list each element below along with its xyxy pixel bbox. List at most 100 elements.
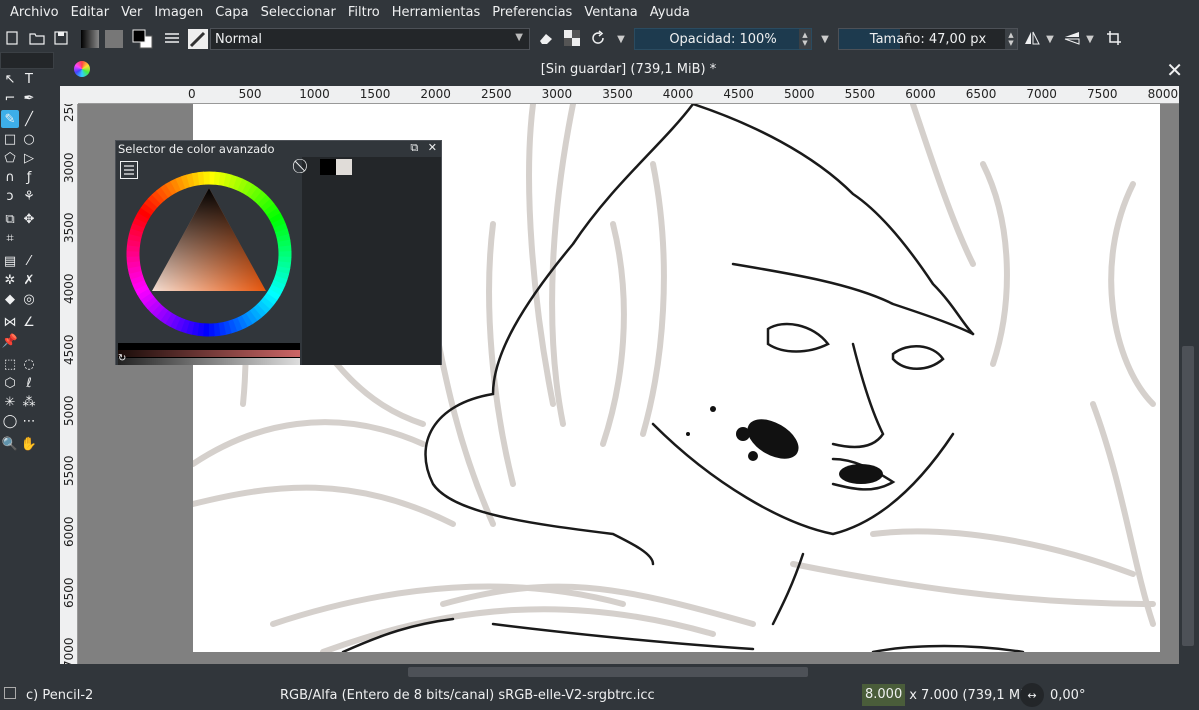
colorize-mask-icon[interactable]: ✲ <box>1 271 19 289</box>
blend-mode-value: Normal <box>215 31 263 47</box>
color-history-panel: ⃠ <box>302 157 441 365</box>
multibrush-icon[interactable]: ⚘ <box>20 187 38 205</box>
menu-imagen[interactable]: Imagen <box>148 0 209 26</box>
zoom-tool-icon[interactable]: 🔍 <box>1 435 19 453</box>
edit-shapes-icon[interactable]: ⌐ <box>1 89 19 107</box>
color-model-info: RGB/Alfa (Entero de 8 bits/canal) sRGB-e… <box>280 688 655 703</box>
crop-tool-icon[interactable]: ⌗ <box>1 229 19 247</box>
similar-select-icon[interactable]: ⁂ <box>20 393 38 411</box>
opacity-spinner[interactable]: ▲ ▼ <box>799 29 811 49</box>
shade-selector[interactable] <box>118 343 300 365</box>
gradient-tool-icon[interactable]: ▤ <box>1 252 19 270</box>
pan-tool-icon[interactable]: ✋ <box>20 435 38 453</box>
bezier-tool-icon[interactable]: ∩ <box>1 168 19 186</box>
bezier-select-icon[interactable]: ◯ <box>1 412 19 430</box>
chevron-down-icon: ▼ <box>515 32 523 43</box>
contiguous-select-icon[interactable]: ✳ <box>1 393 19 411</box>
blend-mode-select[interactable]: Normal ▼ <box>210 28 530 50</box>
ruler-label: 3500 <box>62 212 76 244</box>
assistant-tool-icon[interactable]: ⋈ <box>1 313 19 331</box>
polygon-select-icon[interactable]: ⬡ <box>1 374 19 392</box>
freehand-brush-icon[interactable]: ✎ <box>1 110 19 128</box>
rectangle-tool-icon[interactable]: □ <box>1 130 19 148</box>
color-wheel-panel: ↻ <box>116 157 302 365</box>
crop-icon[interactable] <box>1104 28 1124 48</box>
document-title: [Sin guardar] (739,1 MiB) * <box>540 62 717 77</box>
menu-capa[interactable]: Capa <box>209 0 254 26</box>
close-icon[interactable]: ✕ <box>1166 58 1183 82</box>
freehand-path-icon[interactable]: ƒ <box>20 168 38 186</box>
menu-ayuda[interactable]: Ayuda <box>644 0 696 26</box>
layer-icon <box>4 687 16 699</box>
ruler-label: 1000 <box>299 87 330 101</box>
color-wheel[interactable] <box>116 171 302 339</box>
image-dimensions[interactable]: 8.000 x 7.000 (739,1 MiB) <box>862 684 1038 706</box>
magnetic-select-icon[interactable]: ⋯ <box>20 412 38 430</box>
foreground-background-color-icon[interactable] <box>132 28 154 50</box>
brush-presets-icon[interactable] <box>162 28 182 48</box>
ellipse-tool-icon[interactable]: ○ <box>20 130 38 148</box>
menu-archivo[interactable]: Archivo <box>4 0 65 26</box>
ruler-label: 2500 <box>481 87 512 101</box>
dynamic-brush-icon[interactable]: ↄ <box>1 187 19 205</box>
menu-ver[interactable]: Ver <box>115 0 148 26</box>
ruler-label: 4500 <box>723 87 754 101</box>
chevron-down-icon[interactable]: ▼ <box>818 28 832 50</box>
float-docker-icon[interactable]: ⧉ <box>410 141 418 154</box>
chevron-down-icon[interactable]: ▼ <box>1084 28 1096 50</box>
text-tool-icon[interactable]: T <box>20 70 38 88</box>
opacity-slider[interactable]: Opacidad: 100% ▲ ▼ <box>634 28 812 50</box>
enclose-fill-icon[interactable]: ◎ <box>20 290 38 308</box>
ruler-label: 5000 <box>62 394 76 426</box>
move-tool-icon[interactable]: ✥ <box>20 210 38 228</box>
fill-tool-icon[interactable]: ◆ <box>1 290 19 308</box>
horizontal-scrollbar[interactable] <box>78 664 1179 680</box>
history-swatch[interactable] <box>336 159 352 175</box>
open-folder-icon[interactable] <box>27 28 47 48</box>
mirror-vertical-icon[interactable] <box>1062 28 1082 48</box>
mirror-horizontal-icon[interactable] <box>1022 28 1042 48</box>
reference-images-icon[interactable]: 📌 <box>1 332 19 350</box>
alpha-lock-icon[interactable] <box>562 28 582 48</box>
menu-preferencias[interactable]: Preferencias <box>486 0 578 26</box>
history-swatch[interactable] <box>320 159 336 175</box>
horizontal-ruler: 0 500 1000 1500 2000 2500 3000 3500 4000 4500 5000… <box>78 86 1179 104</box>
menu-herramientas[interactable]: Herramientas <box>386 0 487 26</box>
menu-editar[interactable]: Editar <box>65 0 116 26</box>
status-bar: c) Pencil-2 RGB/Alfa (Entero de 8 bits/c… <box>0 680 1199 710</box>
ruler-label: 6500 <box>62 577 76 608</box>
brush-preview-icon[interactable] <box>188 28 208 50</box>
rect-select-icon[interactable]: ⬚ <box>1 355 19 373</box>
close-icon[interactable]: ✕ <box>428 141 437 154</box>
refresh-icon[interactable]: ↻ <box>118 353 126 364</box>
rotation-icon[interactable]: ↔ <box>1020 683 1044 707</box>
chevron-down-icon[interactable]: ▼ <box>1044 28 1056 50</box>
measure-tool-icon[interactable]: ∠ <box>20 313 38 331</box>
transform-tool-icon[interactable]: ⧉ <box>1 210 19 228</box>
advanced-color-selector-docker[interactable]: Selector de color avanzado ⧉ ✕ ↻ <box>115 140 442 365</box>
gradient-preset-icon[interactable] <box>80 28 100 50</box>
eraser-icon[interactable] <box>536 28 556 48</box>
ruler-label: 6000 <box>905 87 936 101</box>
select-shapes-icon[interactable]: ↖ <box>1 70 19 88</box>
new-document-icon[interactable] <box>2 28 22 48</box>
calligraphy-icon[interactable]: ✒ <box>20 89 38 107</box>
brush-size-slider[interactable]: Tamaño: 47,00 px ▲ ▼ <box>838 28 1018 50</box>
ruler-label: 8000 <box>1147 87 1179 101</box>
chevron-down-icon[interactable]: ▼ <box>614 28 628 50</box>
pattern-preset-icon[interactable] <box>104 28 124 50</box>
reload-preset-icon[interactable] <box>588 28 608 48</box>
menu-filtro[interactable]: Filtro <box>342 0 386 26</box>
ellipse-select-icon[interactable]: ◌ <box>20 355 38 373</box>
vertical-scrollbar[interactable] <box>1179 86 1199 664</box>
polygon-tool-icon[interactable]: ⬠ <box>1 149 19 167</box>
menu-ventana[interactable]: Ventana <box>578 0 643 26</box>
freehand-select-icon[interactable]: ℓ <box>20 374 38 392</box>
menu-seleccionar[interactable]: Seleccionar <box>255 0 342 26</box>
line-tool-icon[interactable]: ╱ <box>20 110 38 128</box>
polyline-tool-icon[interactable]: ▷ <box>20 149 38 167</box>
color-picker-icon[interactable]: ⁄ <box>20 252 38 270</box>
smart-patch-icon[interactable]: ✗ <box>20 271 38 289</box>
size-spinner[interactable]: ▲ ▼ <box>1005 29 1017 49</box>
save-icon[interactable] <box>51 28 71 48</box>
